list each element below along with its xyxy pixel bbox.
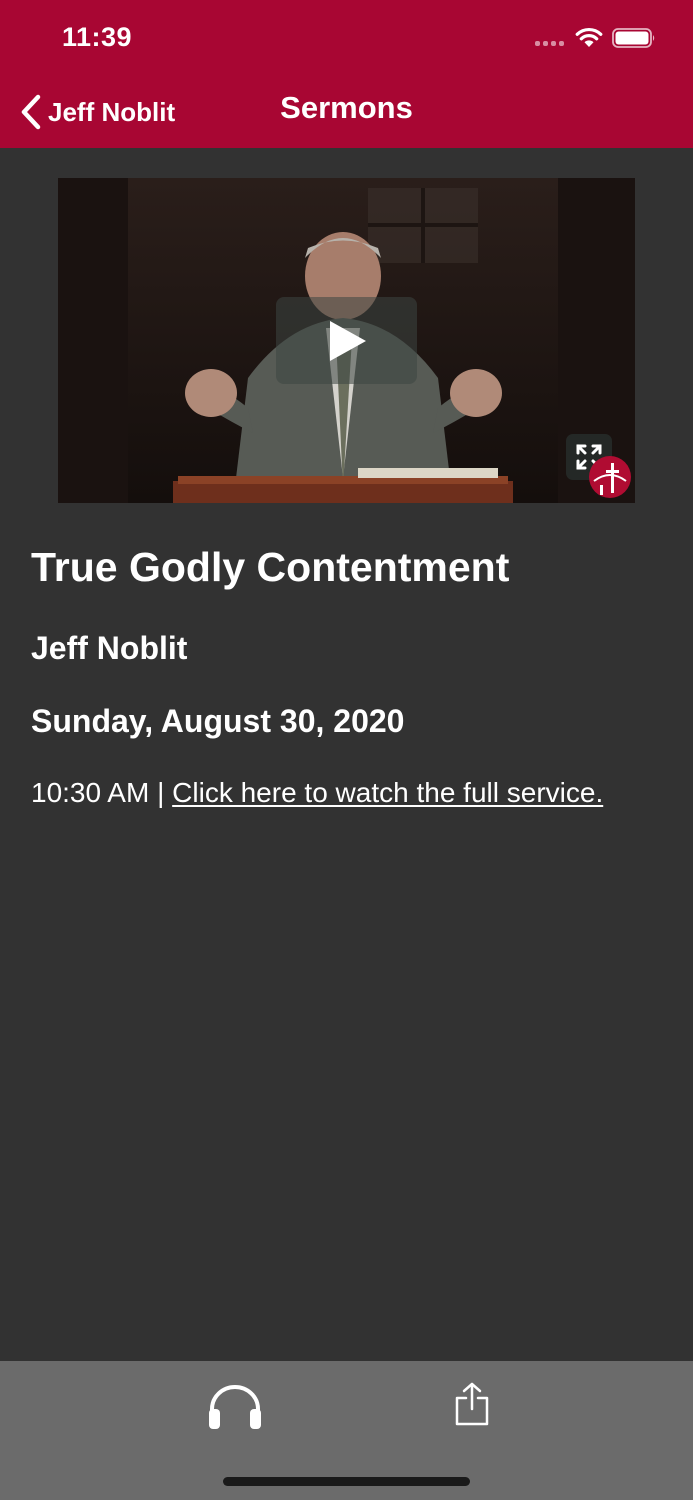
- full-service-link[interactable]: Click here to watch the full service.: [172, 777, 603, 808]
- battery-icon: [612, 28, 655, 48]
- listen-audio-button[interactable]: [206, 1383, 264, 1431]
- home-indicator: [223, 1477, 470, 1486]
- play-button[interactable]: [276, 297, 417, 384]
- church-cross-logo: [589, 456, 631, 498]
- sermon-date: Sunday, August 30, 2020: [31, 703, 405, 739]
- video-player[interactable]: [58, 178, 635, 503]
- status-time: 11:39: [62, 22, 133, 52]
- page-title: Sermons: [280, 90, 413, 125]
- headphones-icon: [209, 1385, 261, 1429]
- navigation-bar: Jeff Noblit Sermons: [0, 76, 693, 148]
- separator: |: [149, 777, 173, 808]
- service-info: 10:30 AM | Click here to watch the full …: [31, 777, 603, 809]
- share-icon: [455, 1382, 489, 1426]
- service-time: 10:30 AM: [31, 777, 150, 808]
- preacher-name: Jeff Noblit: [31, 630, 188, 666]
- sermon-title: True Godly Contentment: [31, 544, 510, 590]
- play-icon: [330, 321, 366, 361]
- bottom-toolbar: [0, 1361, 693, 1500]
- status-bar: 11:39: [0, 0, 693, 76]
- wifi-icon: [575, 27, 603, 47]
- share-button[interactable]: [453, 1381, 491, 1427]
- cellular-signal-icon: [535, 41, 567, 47]
